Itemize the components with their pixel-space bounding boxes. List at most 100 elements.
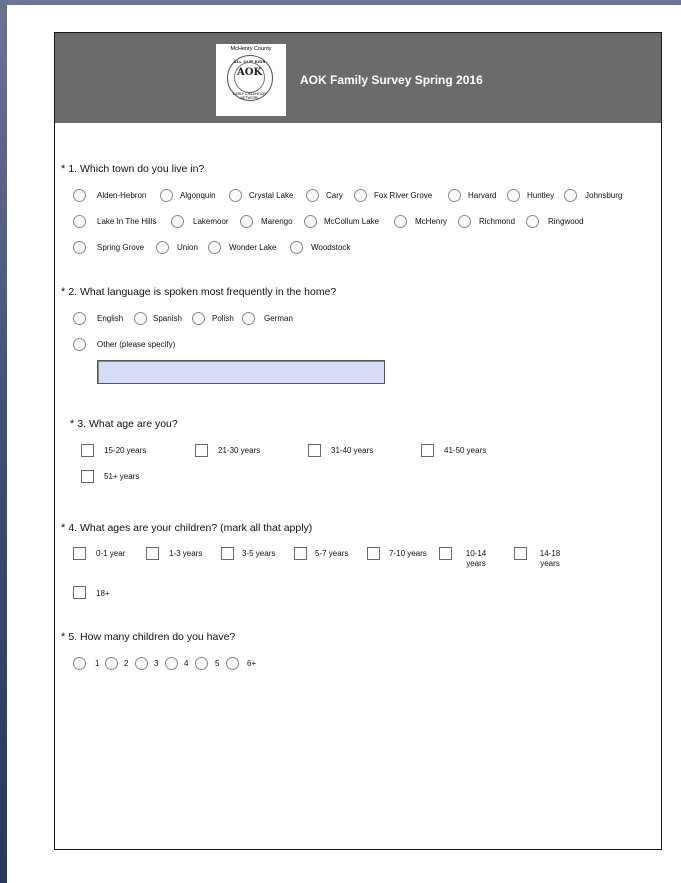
radio-mchenry[interactable]: [394, 215, 407, 228]
option-label: 7-10 years: [389, 549, 427, 558]
document-page: McHenry County ALL OUR KIDS AOK EARLY CH…: [7, 5, 681, 883]
question-3: * 3. What age are you?: [70, 418, 178, 430]
checkbox-1-3-years[interactable]: [146, 547, 159, 560]
radio-wonder-lake[interactable]: [208, 241, 221, 254]
option-label: 0-1 year: [96, 549, 126, 558]
checkbox-5-7-years[interactable]: [294, 547, 307, 560]
option-label: Ringwood: [548, 217, 584, 226]
radio-6-plus-children[interactable]: [226, 657, 239, 670]
question-4: * 4. What ages are your children? (mark …: [61, 522, 312, 534]
option-label: Woodstock: [311, 243, 351, 252]
option-label: 14-18: [539, 549, 561, 558]
radio-crystal-lake[interactable]: [229, 189, 242, 202]
radio-german[interactable]: [242, 312, 255, 325]
option-label: 3: [154, 659, 159, 668]
radio-spring-grove[interactable]: [73, 241, 86, 254]
option-label: Algonquin: [180, 191, 216, 200]
option-label: English: [97, 314, 124, 323]
radio-cary[interactable]: [306, 189, 319, 202]
radio-2-children[interactable]: [105, 657, 118, 670]
radio-fox-river-grove[interactable]: [354, 189, 367, 202]
question-2-text: 2. What language is spoken most frequent…: [68, 286, 337, 298]
option-label: German: [264, 314, 293, 323]
option-label: 21-30 years: [218, 446, 261, 455]
option-label: 18+: [96, 589, 110, 598]
checkbox-21-30-years[interactable]: [195, 444, 208, 457]
option-label: Wonder Lake: [229, 243, 277, 252]
radio-marengo[interactable]: [240, 215, 253, 228]
option-label: 31-40 years: [331, 446, 374, 455]
logo-blocks-text: AOK: [237, 67, 263, 78]
radio-richmond[interactable]: [458, 215, 471, 228]
option-label: Polish: [212, 314, 234, 323]
radio-harvard[interactable]: [448, 189, 461, 202]
radio-other[interactable]: [73, 338, 86, 351]
checkbox-15-20-years[interactable]: [81, 444, 94, 457]
option-label: McCollum Lake: [324, 217, 380, 226]
option-label: Lake In The Hills: [97, 217, 157, 226]
logo-seal: ALL OUR KIDS AOK EARLY CHILDHOOD NETWORK: [227, 55, 273, 101]
checkbox-10-14-years[interactable]: [439, 547, 452, 560]
checkbox-18-plus[interactable]: [73, 586, 86, 599]
option-label: Spanish: [153, 314, 182, 323]
radio-5-children[interactable]: [195, 657, 208, 670]
radio-alden-hebron[interactable]: [73, 189, 86, 202]
option-label: Alden-Hebron: [97, 191, 147, 200]
radio-english[interactable]: [73, 312, 86, 325]
radio-lake-in-the-hills[interactable]: [73, 215, 86, 228]
radio-huntley[interactable]: [507, 189, 520, 202]
radio-4-children[interactable]: [165, 657, 178, 670]
radio-lakemoor[interactable]: [171, 215, 184, 228]
option-label: 5: [215, 659, 220, 668]
option-label: 3-5 years: [242, 549, 276, 558]
survey-header: McHenry County ALL OUR KIDS AOK EARLY CH…: [55, 33, 661, 123]
radio-johnsburg[interactable]: [564, 189, 577, 202]
radio-1-child[interactable]: [73, 657, 86, 670]
checkbox-41-50-years[interactable]: [421, 444, 434, 457]
option-label: 6+: [247, 659, 257, 668]
option-label-years: years: [466, 559, 486, 568]
logo-bottom-text: EARLY CHILDHOOD NETWORK: [232, 92, 267, 100]
radio-algonquin[interactable]: [160, 189, 173, 202]
option-label: Cary: [326, 191, 343, 200]
checkbox-51-plus-years[interactable]: [81, 470, 94, 483]
checkbox-7-10-years[interactable]: [367, 547, 380, 560]
radio-mccollum-lake[interactable]: [304, 215, 317, 228]
radio-3-children[interactable]: [135, 657, 148, 670]
question-2: * 2. What language is spoken most freque…: [61, 286, 336, 298]
radio-union[interactable]: [156, 241, 169, 254]
question-3-text: 3. What age are you?: [77, 418, 178, 430]
option-label: Johnsburg: [585, 191, 623, 200]
option-label-10-14: 10-14 years: [459, 549, 493, 569]
other-specify-input[interactable]: [97, 360, 385, 384]
option-label: 51+ years: [104, 472, 140, 481]
option-label: Lakemoor: [193, 217, 229, 226]
option-label: Harvard: [468, 191, 497, 200]
radio-ringwood[interactable]: [526, 215, 539, 228]
option-label: 1-3 years: [169, 549, 203, 558]
checkbox-3-5-years[interactable]: [221, 547, 234, 560]
radio-spanish[interactable]: [134, 312, 147, 325]
option-label: Fox River Grove: [374, 191, 433, 200]
option-label-14-18: 14-18 years: [533, 549, 567, 569]
radio-polish[interactable]: [192, 312, 205, 325]
option-label: 10-14: [465, 549, 487, 558]
option-label-years: years: [540, 559, 560, 568]
checkbox-14-18-years[interactable]: [514, 547, 527, 560]
option-label: Spring Grove: [97, 243, 145, 252]
survey-frame: McHenry County ALL OUR KIDS AOK EARLY CH…: [54, 32, 662, 850]
option-label: Richmond: [479, 217, 516, 226]
question-5-text: 5. How many children do you have?: [68, 631, 236, 643]
option-label: 4: [184, 659, 189, 668]
option-label: Huntley: [527, 191, 555, 200]
question-1: * 1. Which town do you live in?: [61, 163, 204, 175]
option-label: Other (please specify): [97, 340, 176, 349]
radio-woodstock[interactable]: [290, 241, 303, 254]
checkbox-0-1-year[interactable]: [73, 547, 86, 560]
checkbox-31-40-years[interactable]: [308, 444, 321, 457]
option-label: 1: [95, 659, 100, 668]
question-4-text: 4. What ages are your children? (mark al…: [68, 522, 313, 534]
option-label: 15-20 years: [104, 446, 147, 455]
logo-county-text: McHenry County: [230, 46, 272, 52]
option-label: Marengo: [261, 217, 293, 226]
